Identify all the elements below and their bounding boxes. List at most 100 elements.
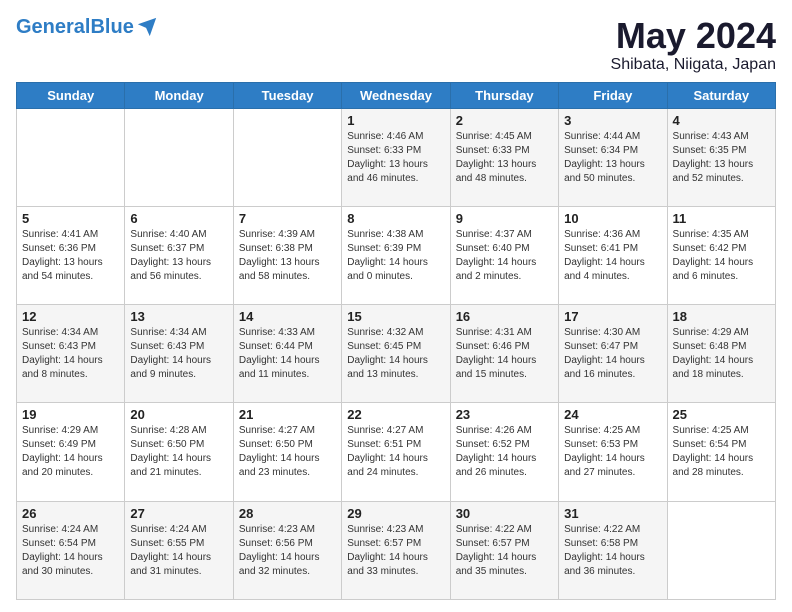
- logo-text: GeneralBlue: [16, 17, 134, 37]
- week-row-4: 19 Sunrise: 4:29 AM Sunset: 6:49 PM Dayli…: [17, 403, 776, 501]
- table-cell: 12 Sunrise: 4:34 AM Sunset: 6:43 PM Dayli…: [17, 305, 125, 403]
- cell-info: Sunrise: 4:32 AM Sunset: 6:45 PM Dayligh…: [347, 326, 444, 382]
- table-cell: 16Sunrise: 4:31 AM Sunset: 6:46 PM Dayli…: [450, 305, 558, 403]
- calendar-header-row: Sunday Monday Tuesday Wednesday Thursday…: [17, 82, 776, 108]
- cell-info: Sunrise: 4:45 AM Sunset: 6:33 PM Dayligh…: [456, 130, 553, 186]
- cell-day-number: 27: [130, 506, 227, 521]
- cell-info: Sunrise: 4:29 AM Sunset: 6:49 PM Dayligh…: [22, 424, 119, 480]
- cell-day-number: 18: [673, 309, 770, 324]
- table-cell: 25 Sunrise: 4:25 AM Sunset: 6:54 PM Dayli…: [667, 403, 775, 501]
- cell-info: Sunrise: 4:22 AM Sunset: 6:58 PM Dayligh…: [564, 523, 661, 579]
- header-saturday: Saturday: [667, 82, 775, 108]
- table-cell: [125, 108, 233, 206]
- table-cell: 8 Sunrise: 4:38 AM Sunset: 6:39 PM Daylig…: [342, 206, 450, 304]
- week-row-3: 12 Sunrise: 4:34 AM Sunset: 6:43 PM Dayli…: [17, 305, 776, 403]
- cell-info: Sunrise: 4:34 AM Sunset: 6:43 PM Dayligh…: [130, 326, 227, 382]
- cell-info: Sunrise: 4:33 AM Sunset: 6:44 PM Dayligh…: [239, 326, 336, 382]
- week-row-1: 1 Sunrise: 4:46 AM Sunset: 6:33 PM Daylig…: [17, 108, 776, 206]
- cell-info: Sunrise: 4:36 AM Sunset: 6:41 PM Dayligh…: [564, 228, 661, 284]
- cell-info: Sunrise: 4:27 AM Sunset: 6:50 PM Dayligh…: [239, 424, 336, 480]
- cell-day-number: 10: [564, 211, 661, 226]
- cell-day-number: 11: [673, 211, 770, 226]
- cell-info: Sunrise: 4:25 AM Sunset: 6:54 PM Dayligh…: [673, 424, 770, 480]
- month-title: May 2024: [611, 16, 776, 56]
- cell-day-number: 8: [347, 211, 444, 226]
- header-sunday: Sunday: [17, 82, 125, 108]
- cell-day-number: 1: [347, 113, 444, 128]
- table-cell: 19 Sunrise: 4:29 AM Sunset: 6:49 PM Dayli…: [17, 403, 125, 501]
- cell-day-number: 23: [456, 407, 553, 422]
- location-title: Shibata, Niigata, Japan: [611, 56, 776, 74]
- table-cell: 5 Sunrise: 4:41 AM Sunset: 6:36 PM Daylig…: [17, 206, 125, 304]
- header-wednesday: Wednesday: [342, 82, 450, 108]
- table-cell: 20Sunrise: 4:28 AM Sunset: 6:50 PM Dayli…: [125, 403, 233, 501]
- cell-info: Sunrise: 4:44 AM Sunset: 6:34 PM Dayligh…: [564, 130, 661, 186]
- cell-day-number: 21: [239, 407, 336, 422]
- logo: GeneralBlue: [16, 16, 158, 38]
- week-row-5: 26Sunrise: 4:24 AM Sunset: 6:54 PM Dayli…: [17, 501, 776, 599]
- cell-day-number: 3: [564, 113, 661, 128]
- cell-day-number: 20: [130, 407, 227, 422]
- cell-info: Sunrise: 4:23 AM Sunset: 6:56 PM Dayligh…: [239, 523, 336, 579]
- table-cell: 10 Sunrise: 4:36 AM Sunset: 6:41 PM Dayli…: [559, 206, 667, 304]
- logo-general: General: [16, 16, 90, 38]
- cell-day-number: 29: [347, 506, 444, 521]
- table-cell: 31 Sunrise: 4:22 AM Sunset: 6:58 PM Dayli…: [559, 501, 667, 599]
- table-cell: 13Sunrise: 4:34 AM Sunset: 6:43 PM Dayli…: [125, 305, 233, 403]
- page: GeneralBlue May 2024 Shibata, Niigata, J…: [0, 0, 792, 612]
- table-cell: 27Sunrise: 4:24 AM Sunset: 6:55 PM Dayli…: [125, 501, 233, 599]
- logo-bird-icon: [136, 16, 158, 38]
- header-tuesday: Tuesday: [233, 82, 341, 108]
- header: GeneralBlue May 2024 Shibata, Niigata, J…: [16, 16, 776, 74]
- cell-info: Sunrise: 4:40 AM Sunset: 6:37 PM Dayligh…: [130, 228, 227, 284]
- header-friday: Friday: [559, 82, 667, 108]
- table-cell: 11 Sunrise: 4:35 AM Sunset: 6:42 PM Dayli…: [667, 206, 775, 304]
- table-cell: 2Sunrise: 4:45 AM Sunset: 6:33 PM Daylig…: [450, 108, 558, 206]
- cell-day-number: 4: [673, 113, 770, 128]
- table-cell: 30 Sunrise: 4:22 AM Sunset: 6:57 PM Dayli…: [450, 501, 558, 599]
- cell-info: Sunrise: 4:35 AM Sunset: 6:42 PM Dayligh…: [673, 228, 770, 284]
- cell-info: Sunrise: 4:34 AM Sunset: 6:43 PM Dayligh…: [22, 326, 119, 382]
- table-cell: 9Sunrise: 4:37 AM Sunset: 6:40 PM Daylig…: [450, 206, 558, 304]
- table-cell: 22Sunrise: 4:27 AM Sunset: 6:51 PM Dayli…: [342, 403, 450, 501]
- cell-day-number: 19: [22, 407, 119, 422]
- cell-info: Sunrise: 4:29 AM Sunset: 6:48 PM Dayligh…: [673, 326, 770, 382]
- table-cell: [233, 108, 341, 206]
- cell-info: Sunrise: 4:46 AM Sunset: 6:33 PM Dayligh…: [347, 130, 444, 186]
- header-thursday: Thursday: [450, 82, 558, 108]
- cell-day-number: 7: [239, 211, 336, 226]
- calendar-table: Sunday Monday Tuesday Wednesday Thursday…: [16, 82, 776, 600]
- cell-info: Sunrise: 4:26 AM Sunset: 6:52 PM Dayligh…: [456, 424, 553, 480]
- table-cell: 7Sunrise: 4:39 AM Sunset: 6:38 PM Daylig…: [233, 206, 341, 304]
- cell-info: Sunrise: 4:31 AM Sunset: 6:46 PM Dayligh…: [456, 326, 553, 382]
- title-block: May 2024 Shibata, Niigata, Japan: [611, 16, 776, 74]
- cell-info: Sunrise: 4:23 AM Sunset: 6:57 PM Dayligh…: [347, 523, 444, 579]
- table-cell: 15Sunrise: 4:32 AM Sunset: 6:45 PM Dayli…: [342, 305, 450, 403]
- cell-day-number: 5: [22, 211, 119, 226]
- cell-info: Sunrise: 4:38 AM Sunset: 6:39 PM Dayligh…: [347, 228, 444, 284]
- week-row-2: 5 Sunrise: 4:41 AM Sunset: 6:36 PM Daylig…: [17, 206, 776, 304]
- cell-day-number: 9: [456, 211, 553, 226]
- cell-day-number: 25: [673, 407, 770, 422]
- table-cell: 29 Sunrise: 4:23 AM Sunset: 6:57 PM Dayli…: [342, 501, 450, 599]
- cell-info: Sunrise: 4:25 AM Sunset: 6:53 PM Dayligh…: [564, 424, 661, 480]
- cell-day-number: 24: [564, 407, 661, 422]
- cell-day-number: 26: [22, 506, 119, 521]
- cell-info: Sunrise: 4:22 AM Sunset: 6:57 PM Dayligh…: [456, 523, 553, 579]
- cell-day-number: 30: [456, 506, 553, 521]
- cell-info: Sunrise: 4:30 AM Sunset: 6:47 PM Dayligh…: [564, 326, 661, 382]
- table-cell: 24 Sunrise: 4:25 AM Sunset: 6:53 PM Dayli…: [559, 403, 667, 501]
- table-cell: 4 Sunrise: 4:43 AM Sunset: 6:35 PM Daylig…: [667, 108, 775, 206]
- table-cell: 3 Sunrise: 4:44 AM Sunset: 6:34 PM Daylig…: [559, 108, 667, 206]
- cell-day-number: 12: [22, 309, 119, 324]
- cell-day-number: 31: [564, 506, 661, 521]
- header-monday: Monday: [125, 82, 233, 108]
- cell-info: Sunrise: 4:41 AM Sunset: 6:36 PM Dayligh…: [22, 228, 119, 284]
- table-cell: 17 Sunrise: 4:30 AM Sunset: 6:47 PM Dayli…: [559, 305, 667, 403]
- logo-blue: Blue: [90, 16, 133, 38]
- table-cell: [17, 108, 125, 206]
- table-cell: 1 Sunrise: 4:46 AM Sunset: 6:33 PM Daylig…: [342, 108, 450, 206]
- cell-info: Sunrise: 4:43 AM Sunset: 6:35 PM Dayligh…: [673, 130, 770, 186]
- table-cell: 21 Sunrise: 4:27 AM Sunset: 6:50 PM Dayli…: [233, 403, 341, 501]
- cell-day-number: 17: [564, 309, 661, 324]
